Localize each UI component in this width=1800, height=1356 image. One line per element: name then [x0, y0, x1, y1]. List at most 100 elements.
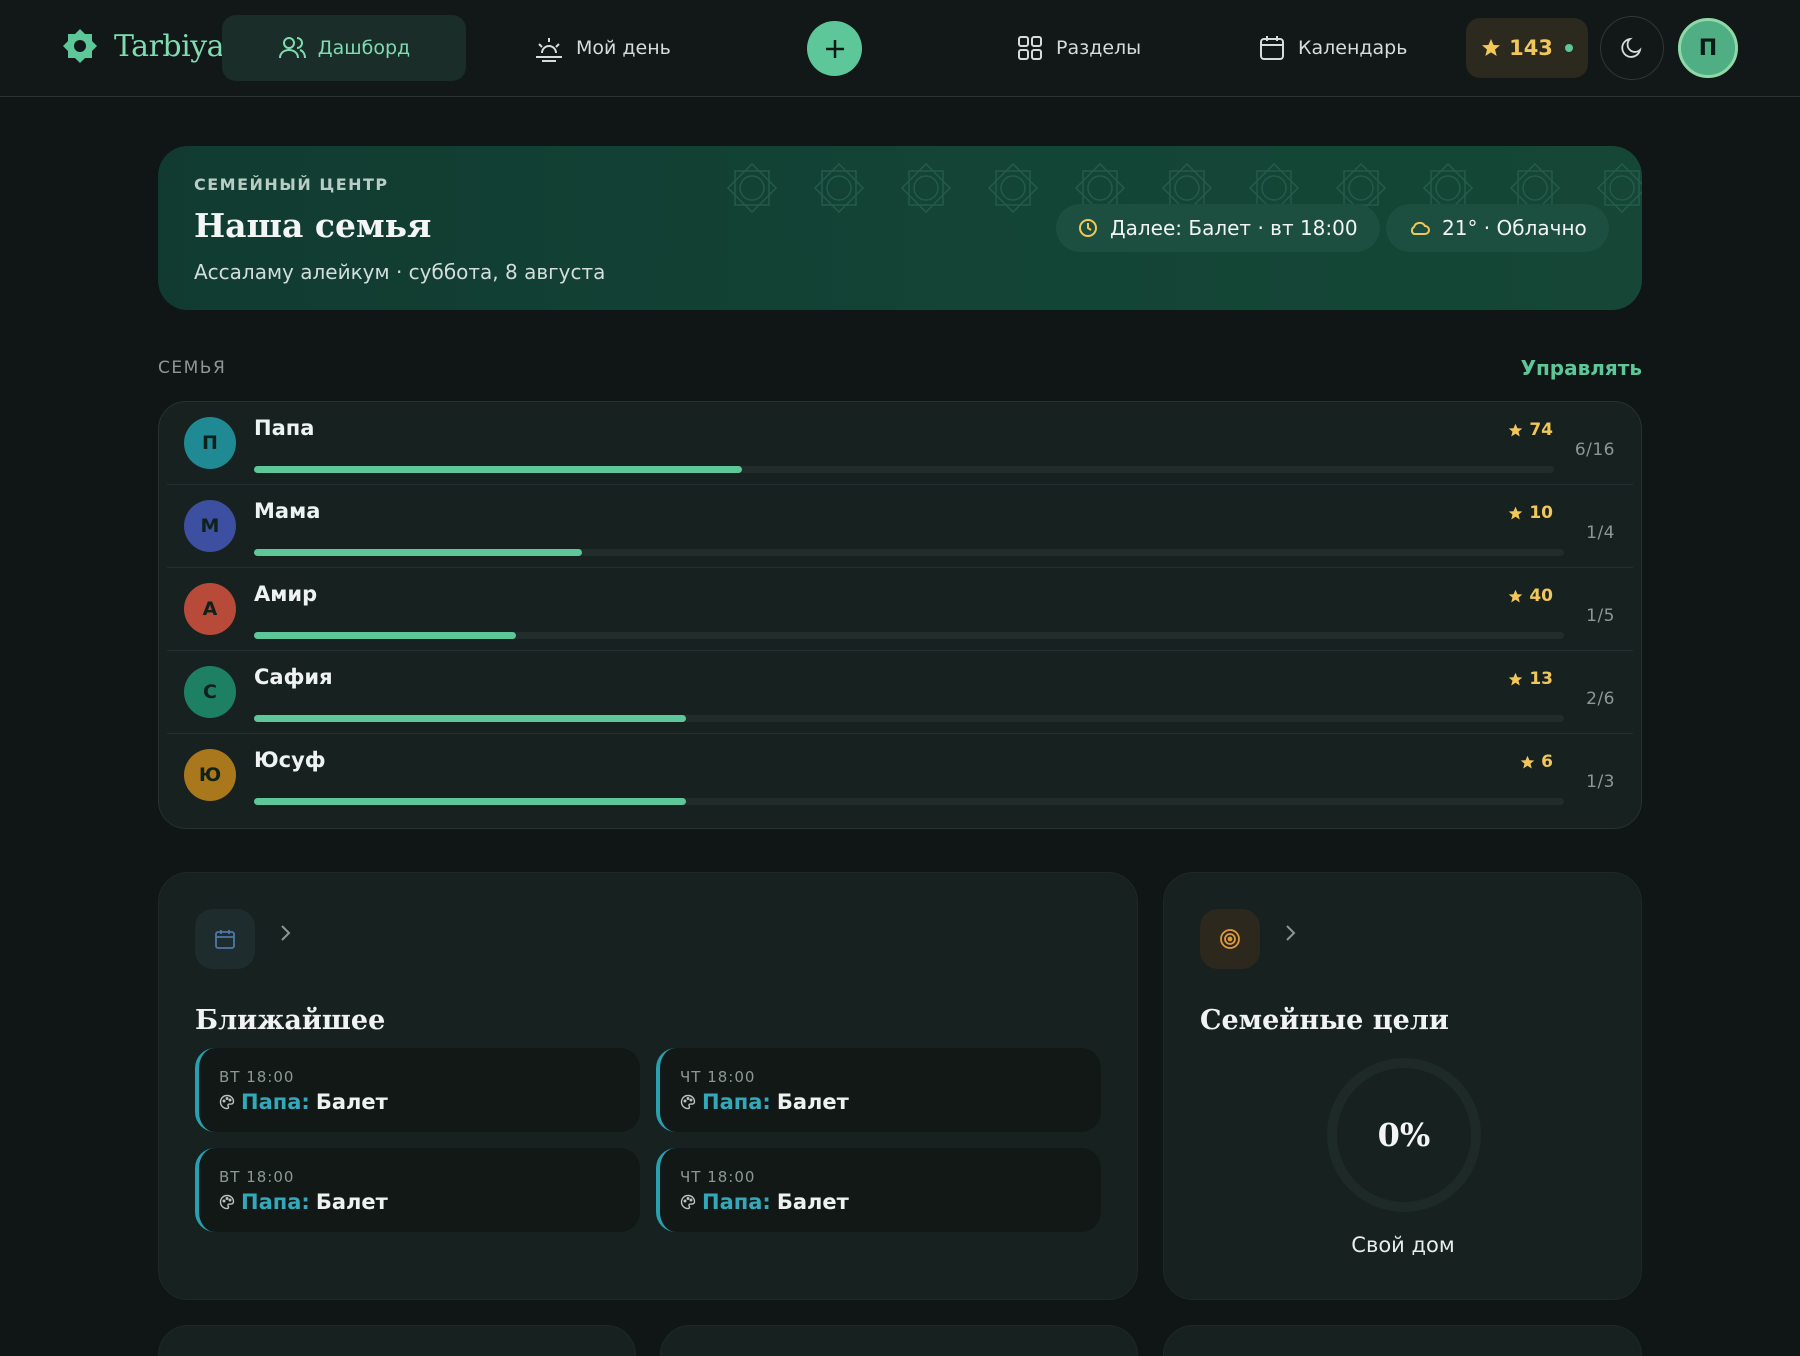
member-name: Сафия — [254, 665, 333, 689]
nav-sections[interactable]: Разделы — [996, 15, 1161, 81]
member-progress-track — [254, 466, 1554, 473]
member-task-ratio: 2/6 — [1586, 689, 1615, 709]
hero-kicker: СЕМЕЙНЫЙ ЦЕНТР — [194, 175, 389, 194]
theme-toggle-button[interactable] — [1600, 16, 1664, 80]
next-event-pill[interactable]: Далее: Балет · вт 18:00 — [1056, 204, 1380, 252]
palette-icon — [219, 1094, 235, 1110]
member-initial: А — [202, 598, 218, 620]
event-time: ВТ 18:00 — [219, 1068, 295, 1086]
event-item[interactable]: ВТ 18:00 Папа: Балет — [195, 1048, 640, 1132]
app-name: Tarbiya — [114, 28, 225, 64]
member-task-ratio: 6/16 — [1574, 440, 1615, 460]
member-progress-fill — [254, 632, 516, 639]
goals-icon-box — [1200, 909, 1260, 969]
stars-balance[interactable]: 143 — [1466, 18, 1588, 78]
partial-card-2 — [660, 1325, 1138, 1356]
palette-icon — [680, 1094, 696, 1110]
event-item[interactable]: ВТ 18:00 Папа: Балет — [195, 1148, 640, 1232]
moon-icon — [1621, 37, 1642, 58]
partial-card-1 — [158, 1325, 636, 1356]
family-goals-card: Семейные цели 0% Свой дом — [1163, 872, 1642, 1300]
member-progress-fill — [254, 466, 742, 473]
event-person: Папа: — [241, 1190, 310, 1214]
nav-dashboard-label: Дашборд — [317, 37, 411, 59]
partial-card-3 — [1163, 1325, 1642, 1356]
member-initial: П — [202, 432, 218, 454]
goal-percent: 0% — [1377, 1116, 1431, 1154]
member-stars: 74 — [1508, 420, 1553, 440]
member-stars: 10 — [1508, 503, 1553, 523]
grid-icon — [1018, 36, 1042, 60]
nav-sections-label: Разделы — [1056, 37, 1142, 59]
event-line: Папа: Балет — [680, 1190, 849, 1214]
event-person: Папа: — [702, 1190, 771, 1214]
event-name: Балет — [776, 1090, 849, 1114]
member-avatar: П — [184, 417, 236, 469]
star-icon — [1509, 423, 1523, 436]
event-person: Папа: — [241, 1090, 310, 1114]
next-event-text: Далее: Балет · вт 18:00 — [1110, 216, 1358, 240]
goal-progress-ring[interactable]: 0% — [1324, 1055, 1484, 1215]
goals-title: Семейные цели — [1200, 1005, 1449, 1036]
family-member-row[interactable]: Ю Юсуф 6 1/3 — [167, 734, 1633, 817]
event-line: Папа: Балет — [219, 1090, 388, 1114]
clock-icon — [1079, 219, 1097, 237]
palette-icon — [219, 1194, 235, 1210]
nav-dashboard[interactable]: Дашборд — [222, 15, 466, 81]
event-name: Балет — [776, 1190, 849, 1214]
nav-calendar-label: Календарь — [1298, 37, 1408, 59]
family-member-row[interactable]: М Мама 10 1/4 — [167, 485, 1633, 568]
family-hero-banner: СЕМЕЙНЫЙ ЦЕНТР Наша семья Ассаламу алейк… — [158, 146, 1642, 310]
upcoming-title: Ближайшее — [195, 1005, 386, 1036]
member-stars-count: 74 — [1529, 420, 1553, 440]
nav-calendar[interactable]: Календарь — [1238, 15, 1427, 81]
member-progress-fill — [254, 549, 582, 556]
user-avatar[interactable]: П — [1678, 18, 1738, 78]
member-avatar: М — [184, 500, 236, 552]
member-progress-track — [254, 549, 1564, 556]
calendar-icon — [215, 930, 235, 949]
member-initial: М — [200, 515, 220, 537]
member-task-ratio: 1/5 — [1586, 606, 1615, 626]
member-task-ratio: 1/3 — [1586, 772, 1615, 792]
member-progress-fill — [254, 715, 686, 722]
member-stars-count: 10 — [1529, 503, 1553, 523]
member-initial: С — [203, 681, 217, 703]
family-member-row[interactable]: П Папа 74 6/16 — [167, 402, 1633, 485]
manage-family-link[interactable]: Управлять — [1521, 356, 1642, 380]
cloud-icon — [1410, 221, 1430, 235]
member-avatar: С — [184, 666, 236, 718]
chevron-right-icon[interactable] — [279, 923, 293, 943]
member-task-ratio: 1/4 — [1586, 523, 1615, 543]
star-icon — [1509, 672, 1523, 685]
member-progress-track — [254, 632, 1564, 639]
chevron-right-icon[interactable] — [1284, 923, 1298, 943]
member-initial: Ю — [198, 764, 222, 786]
event-item[interactable]: ЧТ 18:00 Папа: Балет — [656, 1048, 1101, 1132]
nav-my-day-label: Мой день — [576, 37, 671, 59]
member-progress-track — [254, 798, 1564, 805]
palette-icon — [680, 1194, 696, 1210]
family-members-list: П Папа 74 6/16 М Мама 10 1/4 А Амир 40 1/5 С Сафия 13 2… — [158, 401, 1642, 829]
family-member-row[interactable]: С Сафия 13 2/6 — [167, 651, 1633, 734]
family-member-row[interactable]: А Амир 40 1/5 — [167, 568, 1633, 651]
member-name: Мама — [254, 499, 321, 523]
app-logo[interactable]: Tarbiya — [62, 28, 225, 64]
add-button[interactable] — [807, 21, 862, 76]
weather-text: 21° · Облачно — [1442, 216, 1587, 240]
nav-my-day[interactable]: Мой день — [514, 15, 691, 81]
status-dot — [1564, 44, 1573, 52]
event-name: Балет — [315, 1190, 388, 1214]
weather-pill[interactable]: 21° · Облачно — [1386, 204, 1609, 252]
hero-greeting: Ассаламу алейкум · суббота, 8 августа — [194, 260, 606, 284]
member-stars-count: 6 — [1541, 752, 1553, 772]
member-stars: 6 — [1520, 752, 1553, 772]
stars-count: 143 — [1509, 36, 1553, 60]
member-name: Юсуф — [254, 748, 326, 772]
event-item[interactable]: ЧТ 18:00 Папа: Балет — [656, 1148, 1101, 1232]
event-line: Папа: Балет — [680, 1090, 849, 1114]
star-icon — [1482, 39, 1501, 56]
target-icon — [1220, 929, 1240, 949]
plus-icon — [825, 39, 844, 58]
event-person: Папа: — [702, 1090, 771, 1114]
